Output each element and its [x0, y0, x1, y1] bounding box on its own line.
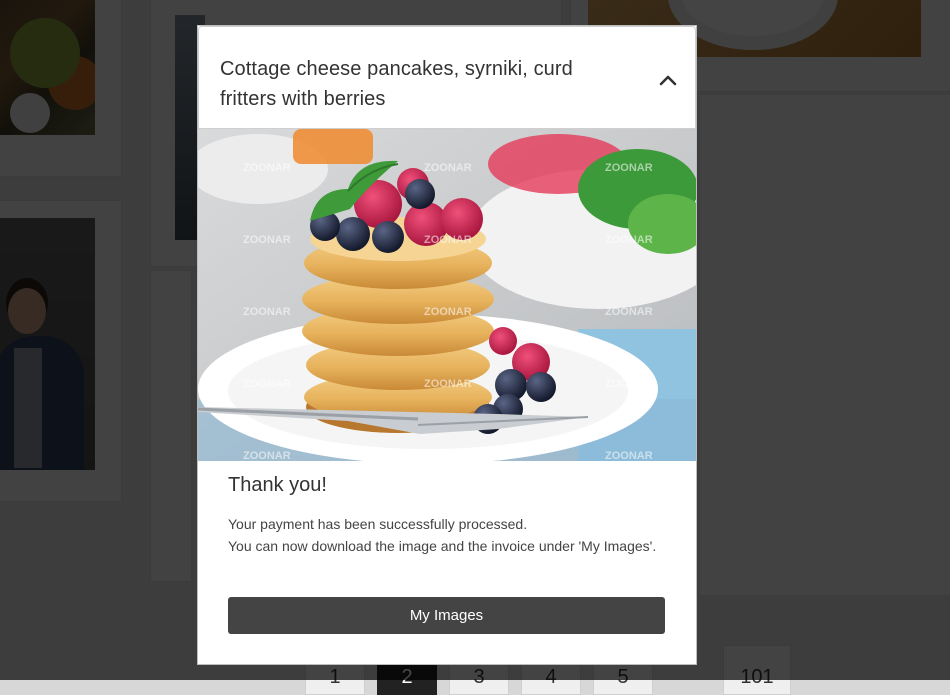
pancakes-photo: ZOONAR ZOONAR ZOONAR ZOONAR ZOONAR ZOONAR ZO… — [198, 129, 696, 461]
payment-message-line-1: Your payment has been successfully proce… — [228, 516, 528, 532]
svg-text:ZOONAR: ZOONAR — [424, 306, 472, 318]
svg-text:ZOONAR: ZOONAR — [424, 450, 472, 461]
modal-header: Cottage cheese pancakes, syrniki, curd f… — [198, 26, 696, 129]
payment-message-line-2: You can now download the image and the i… — [228, 538, 657, 554]
purchase-confirmation-modal: Cottage cheese pancakes, syrniki, curd f… — [197, 25, 697, 665]
chevron-up-icon — [659, 75, 677, 86]
my-images-button[interactable]: My Images — [228, 597, 665, 634]
svg-text:ZOONAR: ZOONAR — [424, 234, 472, 246]
svg-text:ZOONAR: ZOONAR — [605, 162, 653, 174]
svg-text:ZOONAR: ZOONAR — [605, 450, 653, 461]
svg-text:ZOONAR: ZOONAR — [605, 378, 653, 390]
payment-message: Your payment has been successfully proce… — [228, 513, 673, 557]
svg-text:ZOONAR: ZOONAR — [243, 234, 291, 246]
svg-text:ZOONAR: ZOONAR — [605, 234, 653, 246]
svg-text:ZOONAR: ZOONAR — [605, 306, 653, 318]
thank-you-heading: Thank you! — [228, 474, 327, 496]
collapse-button[interactable] — [653, 65, 683, 95]
svg-text:ZOONAR: ZOONAR — [243, 378, 291, 390]
svg-text:ZOONAR: ZOONAR — [424, 378, 472, 390]
modal-body: Thank you! Your payment has been success… — [228, 474, 673, 557]
purchased-image: ZOONAR ZOONAR ZOONAR ZOONAR ZOONAR ZOONAR ZO… — [198, 129, 696, 461]
svg-text:ZOONAR: ZOONAR — [424, 162, 472, 174]
svg-text:ZOONAR: ZOONAR — [243, 450, 291, 461]
svg-text:ZOONAR: ZOONAR — [243, 306, 291, 318]
image-title: Cottage cheese pancakes, syrniki, curd f… — [220, 58, 573, 110]
svg-text:ZOONAR: ZOONAR — [243, 162, 291, 174]
